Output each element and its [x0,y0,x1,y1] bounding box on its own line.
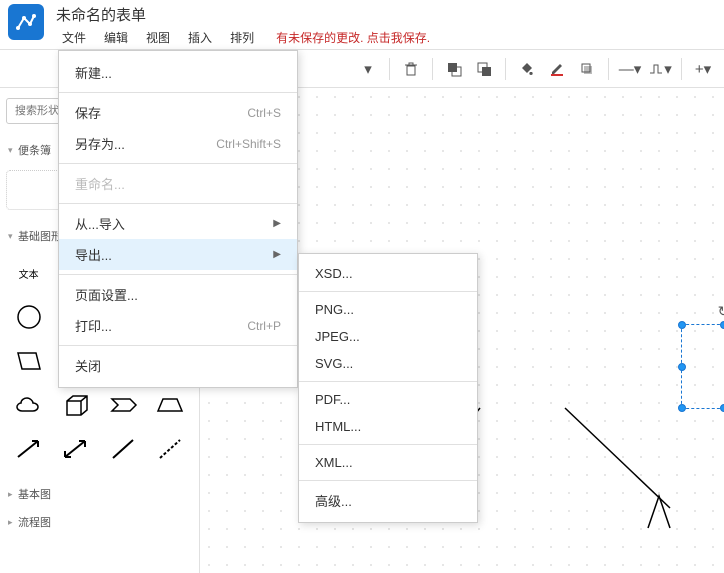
line-color-button[interactable] [544,56,570,82]
to-front-button[interactable] [441,56,467,82]
menu-edit[interactable]: 编辑 [98,27,134,48]
export-pdf[interactable]: PDF... [299,386,477,413]
app-header: 未命名的表单 文件 编辑 视图 插入 排列 有未保存的更改. 点击我保存. [0,0,724,50]
menu-saveas[interactable]: 另存为...Ctrl+Shift+S [59,128,297,159]
menu-import[interactable]: 从...导入▶ [59,208,297,239]
chevron-right-icon: ▶ [273,249,281,260]
shape-biarrow[interactable] [55,430,96,468]
menu-save[interactable]: 保存Ctrl+S [59,97,297,128]
chevron-right-icon: ▶ [273,218,281,229]
export-png[interactable]: PNG... [299,296,477,323]
export-xsd[interactable]: XSD... [299,260,477,287]
selected-rectangle[interactable]: ↻ [681,324,724,409]
export-xml[interactable]: XML... [299,449,477,476]
section-flowchart[interactable]: ▸流程图 [6,508,193,536]
menu-print[interactable]: 打印...Ctrl+P [59,310,297,341]
to-back-button[interactable] [471,56,497,82]
menu-export[interactable]: 导出...▶ [59,239,297,270]
add-button[interactable]: +▾ [690,56,716,82]
export-advanced[interactable]: 高级... [299,485,477,516]
export-submenu: XSD... PNG... JPEG... SVG... PDF... HTML… [298,253,478,523]
menu-view[interactable]: 视图 [140,27,176,48]
shadow-button[interactable] [574,56,600,82]
connection-button[interactable]: —▾ [617,56,643,82]
section-basic2[interactable]: ▸基本图 [6,480,193,508]
waypoints-button[interactable]: ▾ [647,56,673,82]
fill-color-button[interactable] [514,56,540,82]
export-html[interactable]: HTML... [299,413,477,440]
menu-close[interactable]: 关闭 [59,350,297,381]
rotate-handle-icon[interactable]: ↻ [718,303,724,320]
shape-cube[interactable] [55,386,96,424]
resize-handle[interactable] [678,321,686,329]
shape-triangle-instance[interactable] [644,492,674,537]
export-jpeg[interactable]: JPEG... [299,323,477,350]
export-svg[interactable]: SVG... [299,350,477,377]
resize-handle[interactable] [720,404,724,412]
file-context-menu: 新建... 保存Ctrl+S 另存为...Ctrl+Shift+S 重命名...… [58,50,298,388]
delete-button[interactable] [398,56,424,82]
shape-arrow[interactable] [8,430,49,468]
graph-icon [14,10,38,34]
shape-step[interactable] [103,386,144,424]
resize-handle[interactable] [678,404,686,412]
shape-trapezoid[interactable] [150,386,191,424]
resize-handle[interactable] [678,363,686,371]
menu-rename: 重命名... [59,168,297,199]
menu-file[interactable]: 文件 [56,27,92,48]
menu-arrange[interactable]: 排列 [224,27,260,48]
menu-new[interactable]: 新建... [59,57,297,88]
shape-cloud[interactable] [8,386,49,424]
unsaved-notice[interactable]: 有未保存的更改. 点击我保存. [276,29,430,46]
menu-insert[interactable]: 插入 [182,27,218,48]
shape-circle[interactable] [8,298,49,336]
shape-parallelogram[interactable] [8,342,49,380]
shape-text[interactable]: 文本 [8,254,49,292]
menubar: 文件 编辑 视图 插入 排列 有未保存的更改. 点击我保存. [56,27,430,48]
shape-dashline[interactable] [150,430,191,468]
resize-handle[interactable] [720,321,724,329]
doc-title[interactable]: 未命名的表单 [56,4,430,25]
app-icon [8,4,44,40]
shape-line[interactable] [103,430,144,468]
menu-pagesetup[interactable]: 页面设置... [59,279,297,310]
zoom-dropdown[interactable]: ▾ [355,56,381,82]
